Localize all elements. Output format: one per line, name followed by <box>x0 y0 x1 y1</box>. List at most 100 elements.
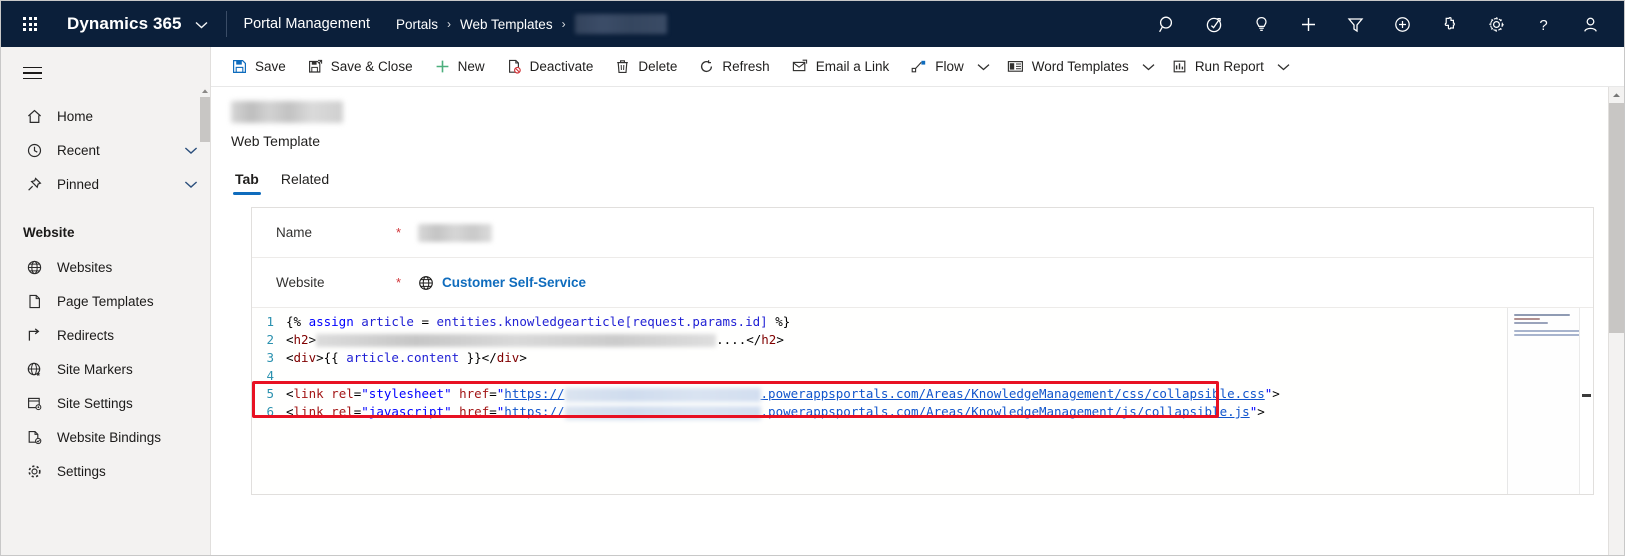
word-template-icon <box>1007 59 1024 74</box>
field-value[interactable]: Customer Self-Service <box>418 275 586 291</box>
save-and-close-button[interactable]: Save & Close <box>297 51 424 83</box>
sidebar-item-website-bindings[interactable]: Website Bindings <box>1 420 210 454</box>
redacted-domain <box>564 387 761 402</box>
sidebar-item-settings[interactable]: Settings <box>1 454 210 488</box>
field-label: Name <box>276 225 313 240</box>
email-link-icon <box>792 59 808 74</box>
save-close-icon <box>308 59 323 74</box>
sidebar-scrollbar[interactable] <box>200 85 210 555</box>
hamburger-menu-icon[interactable] <box>9 53 55 93</box>
plus-icon <box>435 59 450 74</box>
app-name[interactable]: Portal Management <box>243 16 370 32</box>
svg-text:?: ? <box>1539 17 1547 34</box>
flow-button[interactable]: Flow <box>900 51 975 83</box>
minimap-line <box>1514 318 1540 320</box>
globe-icon <box>23 259 45 276</box>
chevron-down-icon[interactable] <box>184 180 198 189</box>
plus-icon[interactable] <box>1285 1 1332 47</box>
word-templates-chevron-down-icon[interactable] <box>1140 51 1161 83</box>
page-scrollbar-thumb[interactable] <box>1609 103 1624 333</box>
sidebar-item-home[interactable]: Home <box>1 99 210 133</box>
flow-chevron-down-icon[interactable] <box>975 51 996 83</box>
word-templates-button[interactable]: Word Templates <box>996 51 1140 83</box>
save-button[interactable]: Save <box>221 51 297 83</box>
sidebar-item-page-templates[interactable]: Page Templates <box>1 284 210 318</box>
line-number: 6 <box>266 404 274 419</box>
sidebar-item-redirects[interactable]: Redirects <box>1 318 210 352</box>
chevron-down-icon[interactable] <box>184 146 198 155</box>
field-label: Website <box>276 275 325 290</box>
sidebar-group-title: Website <box>23 225 75 240</box>
breadcrumb-record-redacted[interactable] <box>574 14 667 34</box>
website-link[interactable]: Customer Self-Service <box>442 275 586 290</box>
command-label: Email a Link <box>815 59 890 74</box>
breadcrumb-web-templates[interactable]: Web Templates <box>460 17 553 32</box>
tab-tab[interactable]: Tab <box>227 167 267 195</box>
window-gear-icon <box>23 395 45 412</box>
deactivate-button[interactable]: Deactivate <box>496 51 605 83</box>
field-value[interactable] <box>418 223 492 242</box>
left-sidebar: Home Recent Pinned Website Websites Page… <box>1 47 211 555</box>
circle-plus-icon[interactable] <box>1379 1 1426 47</box>
sidebar-item-label: Page Templates <box>57 293 154 309</box>
gear-icon[interactable] <box>1473 1 1520 47</box>
globe-star-icon <box>23 361 45 378</box>
delete-button[interactable]: Delete <box>604 51 688 83</box>
application-window: Dynamics 365 Portal Management Portals ›… <box>0 0 1625 556</box>
sidebar-item-pinned[interactable]: Pinned <box>1 167 210 201</box>
name-value-redacted[interactable] <box>418 223 492 242</box>
code-editor[interactable]: 1 {% assign article = entities.knowledge… <box>252 308 1593 494</box>
line-number: 5 <box>266 386 274 401</box>
new-button[interactable]: New <box>424 51 496 83</box>
command-label: Refresh <box>722 59 770 74</box>
sidebar-item-recent[interactable]: Recent <box>1 133 210 167</box>
brand-title[interactable]: Dynamics 365 <box>67 14 208 34</box>
sidebar-scrollbar-thumb[interactable] <box>200 97 210 142</box>
sidebar-item-site-markers[interactable]: Site Markers <box>1 352 210 386</box>
minimap-scrollbar-thumb[interactable] <box>1582 394 1591 397</box>
line-number: 4 <box>266 368 274 383</box>
chevron-right-icon: › <box>447 17 452 31</box>
tab-related[interactable]: Related <box>273 167 337 195</box>
command-label: Save <box>255 59 286 74</box>
page-scrollbar[interactable] <box>1608 87 1624 555</box>
redacted-heading-text <box>316 334 717 347</box>
scroll-up-arrow-icon[interactable] <box>200 85 210 96</box>
field-row-website: Website * Customer Self-Service <box>252 258 1593 308</box>
code-lines[interactable]: 1 {% assign article = entities.knowledge… <box>252 308 1507 494</box>
user-avatar-icon[interactable] <box>1567 1 1614 47</box>
lightbulb-icon[interactable] <box>1238 1 1285 47</box>
email-a-link-button[interactable]: Email a Link <box>781 51 901 83</box>
code-text: <link rel="javascript" href="https://.po… <box>286 404 1265 420</box>
puzzle-icon[interactable] <box>1426 1 1473 47</box>
help-icon[interactable]: ? <box>1520 1 1567 47</box>
clock-icon <box>23 142 45 159</box>
form-column: Web Template Tab Related Name * Website … <box>211 87 1608 555</box>
deactivate-icon <box>507 59 522 74</box>
filter-icon[interactable] <box>1332 1 1379 47</box>
line-number: 2 <box>266 332 274 347</box>
scroll-up-arrow-icon[interactable] <box>1609 87 1624 102</box>
sidebar-item-websites[interactable]: Websites <box>1 250 210 284</box>
breadcrumb-portals[interactable]: Portals <box>396 17 438 32</box>
top-actions: ? <box>1144 1 1614 47</box>
required-marker: * <box>396 225 402 240</box>
breadcrumb: Portals › Web Templates › <box>396 14 667 34</box>
form-tabs: Tab Related <box>227 167 1608 195</box>
sidebar-item-label: Redirects <box>57 327 115 343</box>
search-icon[interactable] <box>1144 1 1191 47</box>
sidebar-item-site-settings[interactable]: Site Settings <box>1 386 210 420</box>
app-launcher-icon[interactable] <box>15 9 45 39</box>
minimap-scrollbar[interactable] <box>1579 308 1593 494</box>
chevron-down-icon[interactable] <box>195 14 208 33</box>
chevron-right-icon: › <box>561 17 566 31</box>
run-report-chevron-down-icon[interactable] <box>1275 51 1296 83</box>
sidebar-item-label: Site Markers <box>57 361 133 377</box>
code-line-highlighted: 5 <link rel="stylesheet" href="https://.… <box>252 385 1507 403</box>
refresh-button[interactable]: Refresh <box>688 51 780 83</box>
editor-minimap[interactable] <box>1507 308 1593 494</box>
run-report-button[interactable]: Run Report <box>1161 51 1275 83</box>
assistant-icon[interactable] <box>1191 1 1238 47</box>
report-icon <box>1172 59 1187 74</box>
sidebar-item-label: Site Settings <box>57 395 133 411</box>
